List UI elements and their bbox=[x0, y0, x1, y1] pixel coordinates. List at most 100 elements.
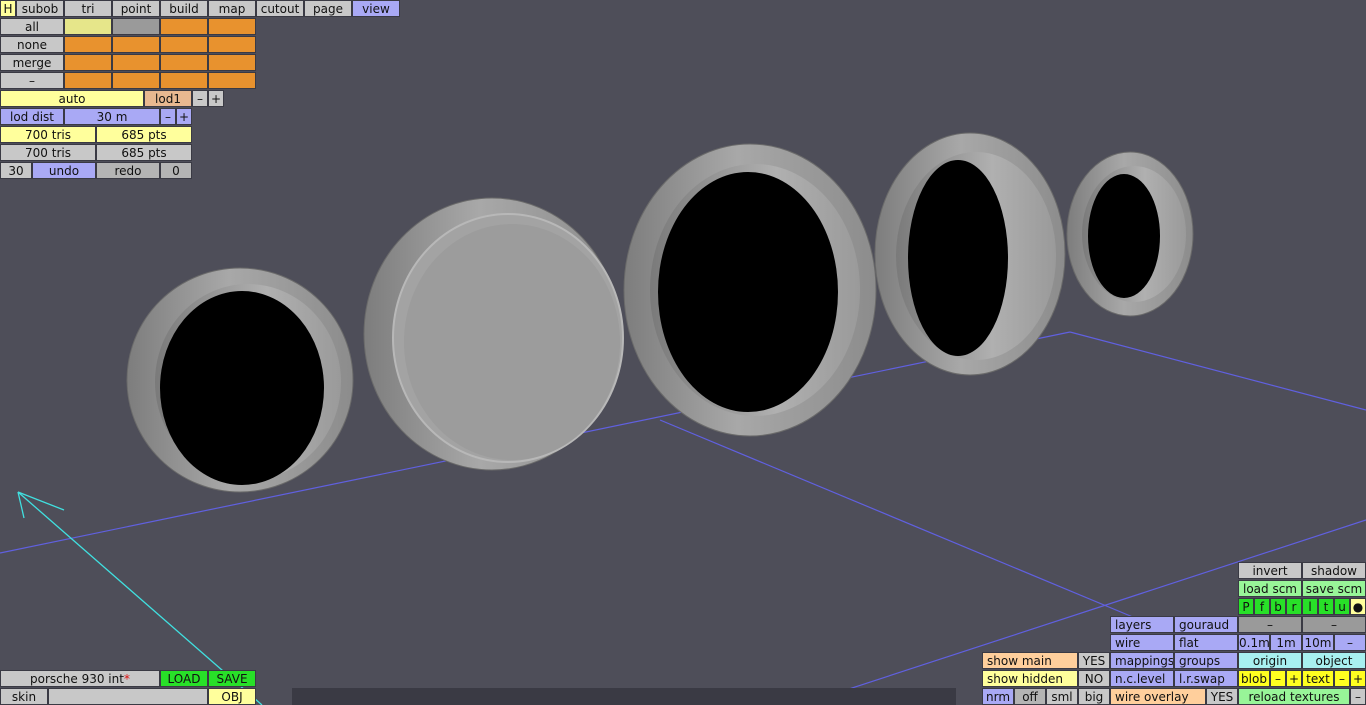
dot-button[interactable]: ● bbox=[1350, 598, 1366, 615]
view-f-button[interactable]: f bbox=[1254, 598, 1270, 615]
gouraud-button[interactable]: gouraud bbox=[1174, 616, 1238, 633]
text-plus-button[interactable]: + bbox=[1350, 670, 1366, 687]
group-cell[interactable] bbox=[112, 72, 160, 89]
undo-count: 30 bbox=[0, 162, 32, 179]
view-t-button[interactable]: t bbox=[1318, 598, 1334, 615]
file-name[interactable]: porsche 930 int* bbox=[0, 670, 160, 687]
select-none-button[interactable]: none bbox=[0, 36, 64, 53]
tab-point[interactable]: point bbox=[112, 0, 160, 17]
lod-plus-button[interactable]: + bbox=[208, 90, 224, 107]
obj-button[interactable]: OBJ bbox=[208, 688, 256, 705]
group-cell[interactable] bbox=[208, 36, 256, 53]
normals-nrm-button[interactable]: nrm bbox=[982, 688, 1014, 705]
lod-dist-minus-button[interactable]: – bbox=[160, 108, 176, 125]
lod-dist-plus-button[interactable]: + bbox=[176, 108, 192, 125]
blob-minus-button[interactable]: – bbox=[1270, 670, 1286, 687]
lod-minus-button[interactable]: – bbox=[192, 90, 208, 107]
dash-button[interactable]: – bbox=[1302, 616, 1366, 633]
gauge-ring-1 bbox=[126, 267, 354, 493]
tab-page[interactable]: page bbox=[304, 0, 352, 17]
groups-button[interactable]: groups bbox=[1174, 652, 1238, 669]
layers-button[interactable]: layers bbox=[1110, 616, 1174, 633]
show-hidden-toggle[interactable]: NO bbox=[1078, 670, 1110, 687]
group-cell[interactable] bbox=[112, 18, 160, 35]
tab-cutout[interactable]: cutout bbox=[256, 0, 304, 17]
redo-button[interactable]: redo bbox=[96, 162, 160, 179]
shadow-button[interactable]: shadow bbox=[1302, 562, 1366, 579]
normals-sml-button[interactable]: sml bbox=[1046, 688, 1078, 705]
group-cell[interactable] bbox=[160, 18, 208, 35]
step-1m-button[interactable]: 1m bbox=[1270, 634, 1302, 651]
wire-overlay-label: wire overlay bbox=[1110, 688, 1206, 705]
tab-map[interactable]: map bbox=[208, 0, 256, 17]
blob-button[interactable]: blob bbox=[1238, 670, 1270, 687]
lod-auto-button[interactable]: auto bbox=[0, 90, 144, 107]
tab-tri[interactable]: tri bbox=[64, 0, 112, 17]
group-cell[interactable] bbox=[160, 72, 208, 89]
dash-button[interactable]: – bbox=[1238, 616, 1302, 633]
lod-dist-label: lod dist bbox=[0, 108, 64, 125]
help-button[interactable]: H bbox=[0, 0, 16, 17]
wire-overlay-toggle[interactable]: YES bbox=[1206, 688, 1238, 705]
text-minus-button[interactable]: – bbox=[1334, 670, 1350, 687]
object-button[interactable]: object bbox=[1302, 652, 1366, 669]
reload-textures-button[interactable]: reload textures bbox=[1238, 688, 1350, 705]
view-l-button[interactable]: l bbox=[1302, 598, 1318, 615]
redo-count: 0 bbox=[160, 162, 192, 179]
tab-subob[interactable]: subob bbox=[16, 0, 64, 17]
blob-plus-button[interactable]: + bbox=[1286, 670, 1302, 687]
group-cell[interactable] bbox=[208, 72, 256, 89]
view-p-button[interactable]: P bbox=[1238, 598, 1254, 615]
load-scm-button[interactable]: load scm bbox=[1238, 580, 1302, 597]
lod-dist-value[interactable]: 30 m bbox=[64, 108, 160, 125]
flat-button[interactable]: flat bbox=[1174, 634, 1238, 651]
modified-indicator: * bbox=[123, 672, 130, 686]
group-cell[interactable] bbox=[64, 54, 112, 71]
group-cell[interactable] bbox=[64, 72, 112, 89]
load-button[interactable]: LOAD bbox=[160, 670, 208, 687]
group-cell[interactable] bbox=[64, 18, 112, 35]
group-cell[interactable] bbox=[160, 54, 208, 71]
lod-level-button[interactable]: lod1 bbox=[144, 90, 192, 107]
tab-view[interactable]: view bbox=[352, 0, 400, 17]
group-cell[interactable] bbox=[112, 54, 160, 71]
group-cell[interactable] bbox=[208, 54, 256, 71]
step-0-1m-button[interactable]: 0.1m bbox=[1238, 634, 1270, 651]
lr-swap-button[interactable]: l.r.swap bbox=[1174, 670, 1238, 687]
nc-level-button[interactable]: n.c.level bbox=[1110, 670, 1174, 687]
view-u-button[interactable]: u bbox=[1334, 598, 1350, 615]
reload-minus-button[interactable]: – bbox=[1350, 688, 1366, 705]
wire-button[interactable]: wire bbox=[1110, 634, 1174, 651]
skin-label: skin bbox=[0, 688, 48, 705]
view-b-button[interactable]: b bbox=[1270, 598, 1286, 615]
show-main-label: show main bbox=[982, 652, 1078, 669]
pts-total: 685 pts bbox=[96, 144, 192, 161]
show-hidden-label: show hidden bbox=[982, 670, 1078, 687]
normals-big-button[interactable]: big bbox=[1078, 688, 1110, 705]
undo-button[interactable]: undo bbox=[32, 162, 96, 179]
normals-off-button[interactable]: off bbox=[1014, 688, 1046, 705]
pts-count: 685 pts bbox=[96, 126, 192, 143]
save-button[interactable]: SAVE bbox=[208, 670, 256, 687]
tab-build[interactable]: build bbox=[160, 0, 208, 17]
mappings-button[interactable]: mappings bbox=[1110, 652, 1174, 669]
step-minus-button[interactable]: – bbox=[1334, 634, 1366, 651]
group-cell[interactable] bbox=[64, 36, 112, 53]
skin-field[interactable] bbox=[48, 688, 208, 705]
step-10m-button[interactable]: 10m bbox=[1302, 634, 1334, 651]
select-all-button[interactable]: all bbox=[0, 18, 64, 35]
show-main-toggle[interactable]: YES bbox=[1078, 652, 1110, 669]
tris-total: 700 tris bbox=[0, 144, 96, 161]
status-bar bbox=[292, 688, 956, 705]
invert-button[interactable]: invert bbox=[1238, 562, 1302, 579]
view-r-button[interactable]: r bbox=[1286, 598, 1302, 615]
group-cell[interactable] bbox=[160, 36, 208, 53]
merge-button[interactable]: merge bbox=[0, 54, 64, 71]
group-cell[interactable] bbox=[208, 18, 256, 35]
remove-button[interactable]: – bbox=[0, 72, 64, 89]
text-button[interactable]: text bbox=[1302, 670, 1334, 687]
gauge-disc-2 bbox=[363, 197, 624, 471]
save-scm-button[interactable]: save scm bbox=[1302, 580, 1366, 597]
origin-button[interactable]: origin bbox=[1238, 652, 1302, 669]
group-cell[interactable] bbox=[112, 36, 160, 53]
